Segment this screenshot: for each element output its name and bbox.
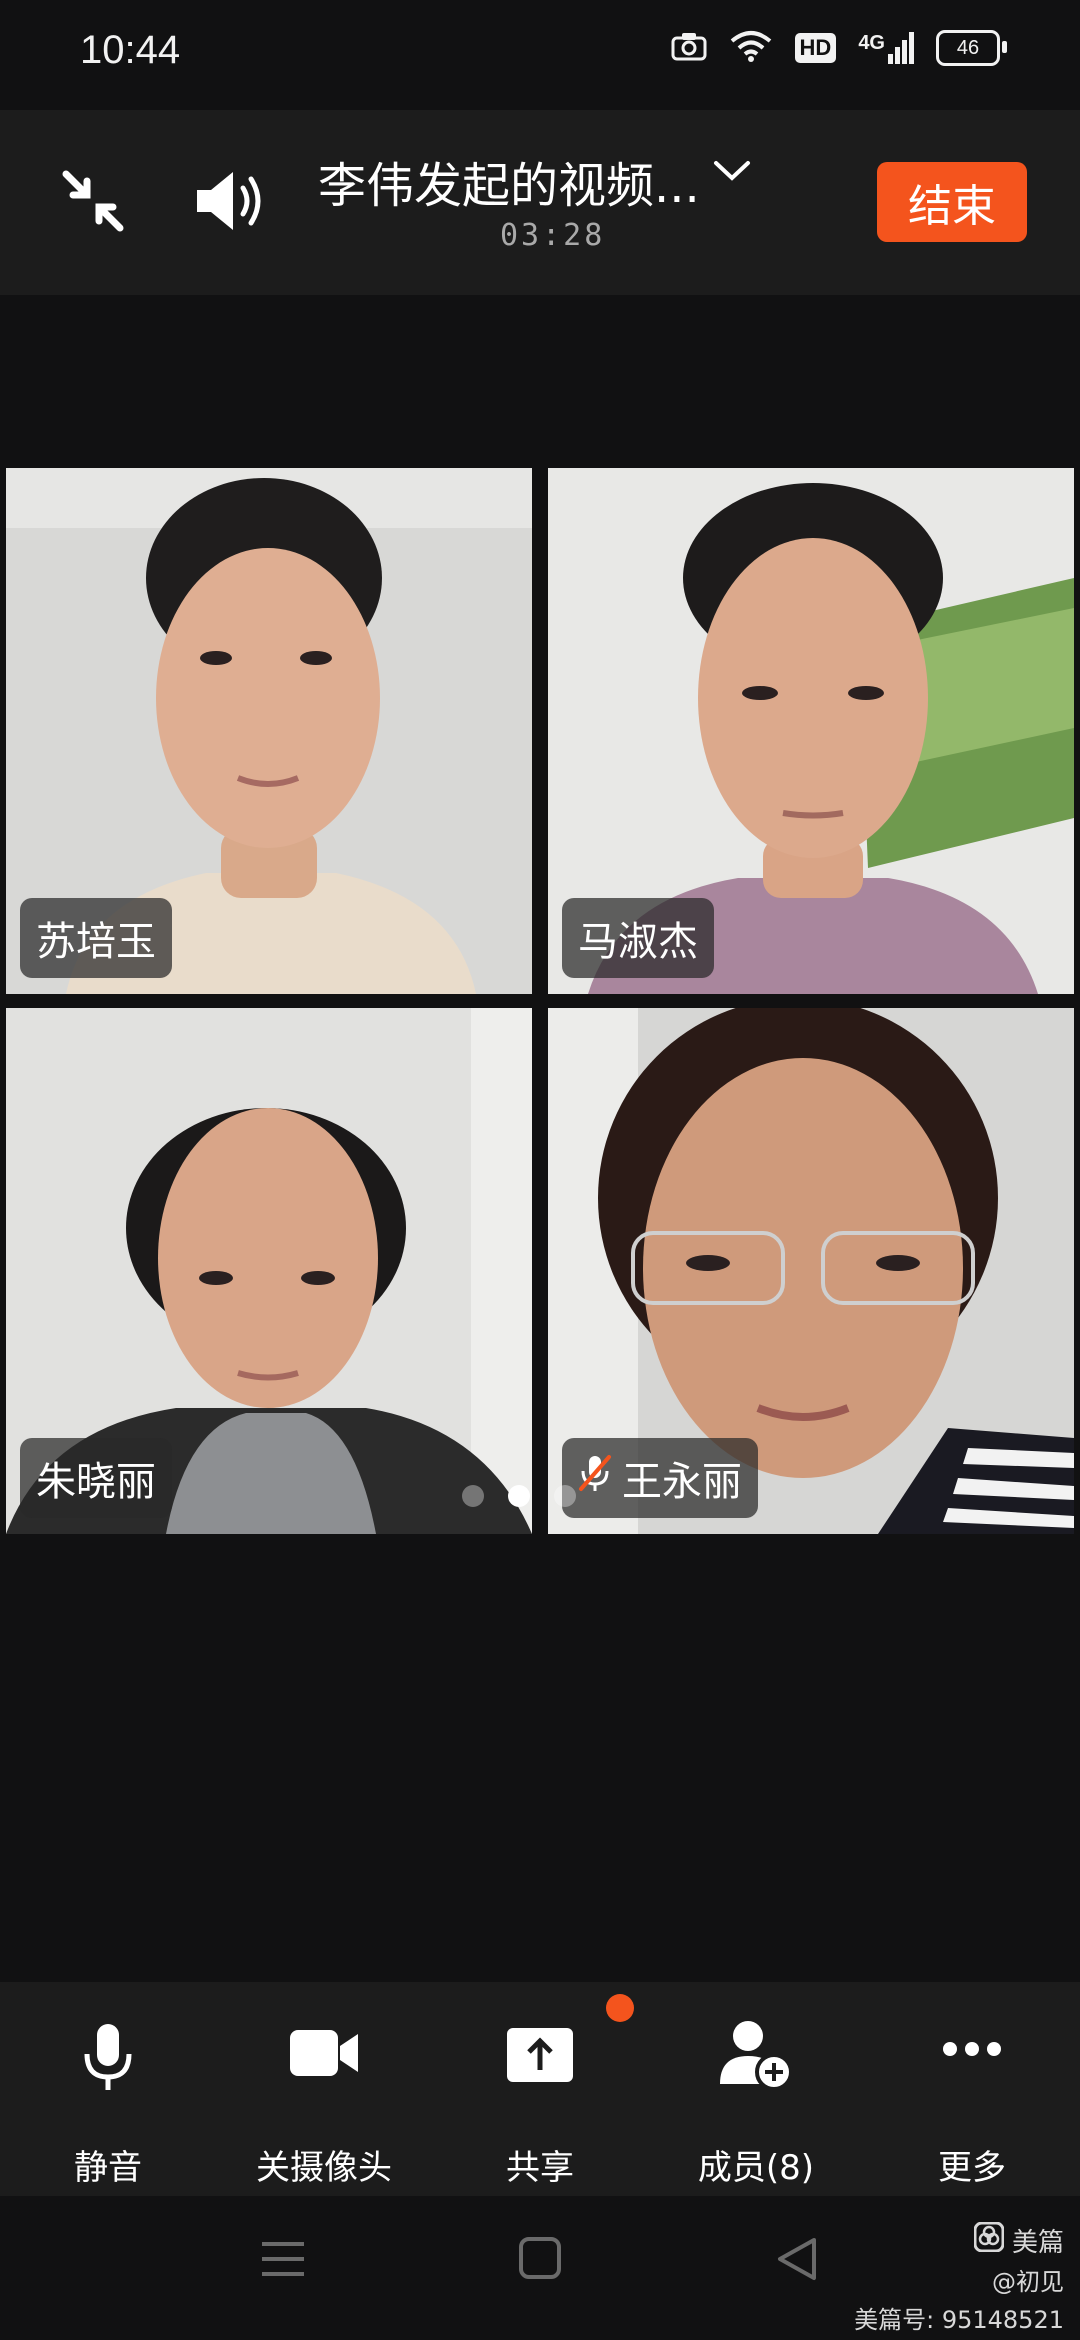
call-timer: 03:28 bbox=[500, 218, 606, 253]
camera-off-button[interactable]: 关摄像头 bbox=[216, 1982, 432, 2196]
home-button[interactable] bbox=[516, 2234, 564, 2286]
call-header: 李伟发起的视频... 03:28 结束 bbox=[0, 110, 1080, 295]
status-bar: 10:44 HD 4G 46 bbox=[0, 0, 1080, 110]
share-upload-icon bbox=[505, 2022, 575, 2088]
more-label: 更多 bbox=[938, 2148, 1006, 2188]
minimize-call-button[interactable] bbox=[60, 168, 126, 238]
camera-icon bbox=[671, 31, 707, 65]
share-label: 共享 bbox=[506, 2148, 574, 2188]
mute-label: 静音 bbox=[74, 2148, 142, 2188]
video-tile[interactable]: 苏培玉 bbox=[6, 468, 532, 994]
watermark-brand-text: 美篇 bbox=[1011, 2227, 1064, 2258]
battery-level: 46 bbox=[956, 36, 980, 59]
participant-name-tag: 苏培玉 bbox=[20, 898, 172, 978]
participant-name: 苏培玉 bbox=[36, 919, 156, 965]
back-nav-icon bbox=[772, 2238, 820, 2288]
page-dot-active[interactable] bbox=[508, 1485, 530, 1507]
video-camera-icon bbox=[288, 2022, 360, 2086]
video-tile[interactable]: 王永丽 bbox=[548, 1008, 1074, 1534]
participant-name-tag: 马淑杰 bbox=[562, 898, 714, 978]
add-member-icon bbox=[718, 2018, 794, 2096]
participant-name-tag: 王永丽 bbox=[562, 1438, 758, 1518]
mute-button[interactable]: 静音 bbox=[0, 1982, 216, 2196]
call-title-area[interactable]: 李伟发起的视频... bbox=[318, 146, 758, 216]
menu-nav-icon bbox=[258, 2242, 308, 2288]
mic-off-icon bbox=[578, 1453, 612, 1503]
network-type: 4G bbox=[858, 32, 885, 54]
participant-name: 朱晓丽 bbox=[36, 1459, 156, 1505]
members-label: 成员(8) bbox=[697, 2148, 815, 2188]
signal-icon: 4G bbox=[858, 32, 914, 64]
participant-name: 王永丽 bbox=[622, 1459, 742, 1505]
collapse-icon bbox=[60, 170, 126, 238]
back-button[interactable] bbox=[772, 2234, 820, 2288]
more-dots-icon bbox=[941, 2040, 1003, 2062]
video-tile[interactable]: 马淑杰 bbox=[548, 468, 1074, 994]
watermark-id: 美篇号: 95148521 bbox=[854, 2306, 1064, 2334]
watermark-handle: @初见 bbox=[992, 2268, 1064, 2296]
more-button[interactable]: 更多 bbox=[864, 1982, 1080, 2196]
call-title: 李伟发起的视频... bbox=[318, 158, 700, 214]
home-nav-icon bbox=[516, 2237, 564, 2286]
speaker-icon bbox=[193, 172, 267, 240]
video-grid: 苏培玉 马淑杰 朱晓丽 王永丽 bbox=[6, 468, 1074, 1534]
page-dot[interactable] bbox=[554, 1485, 576, 1507]
members-button[interactable]: 成员(8) bbox=[648, 1982, 864, 2196]
brand-logo-icon bbox=[973, 2221, 1005, 2263]
end-call-button[interactable]: 结束 bbox=[877, 162, 1027, 242]
wifi-icon bbox=[729, 30, 773, 66]
microphone-icon bbox=[80, 2022, 136, 2098]
speaker-button[interactable] bbox=[193, 166, 267, 240]
status-time: 10:44 bbox=[80, 28, 181, 72]
participant-name-tag: 朱晓丽 bbox=[20, 1438, 172, 1518]
status-icons: HD 4G 46 bbox=[671, 30, 1007, 66]
watermark-brand: 美篇 bbox=[854, 2221, 1064, 2263]
battery-indicator: 46 bbox=[936, 30, 1007, 66]
participant-name: 马淑杰 bbox=[578, 919, 698, 965]
page-dot[interactable] bbox=[462, 1485, 484, 1507]
camera-label: 关摄像头 bbox=[256, 2148, 392, 2188]
video-tile[interactable]: 朱晓丽 bbox=[6, 1008, 532, 1534]
recent-apps-button[interactable] bbox=[258, 2234, 308, 2288]
page-indicator bbox=[462, 1485, 576, 1507]
watermark: 美篇 @初见 美篇号: 95148521 bbox=[854, 2221, 1064, 2339]
call-toolbar: 静音 关摄像头 共享 成员(8) 更多 bbox=[0, 1982, 1080, 2196]
chevron-down-icon[interactable] bbox=[712, 158, 752, 188]
share-notification-badge bbox=[606, 1994, 634, 2022]
hd-badge: HD bbox=[794, 33, 837, 63]
